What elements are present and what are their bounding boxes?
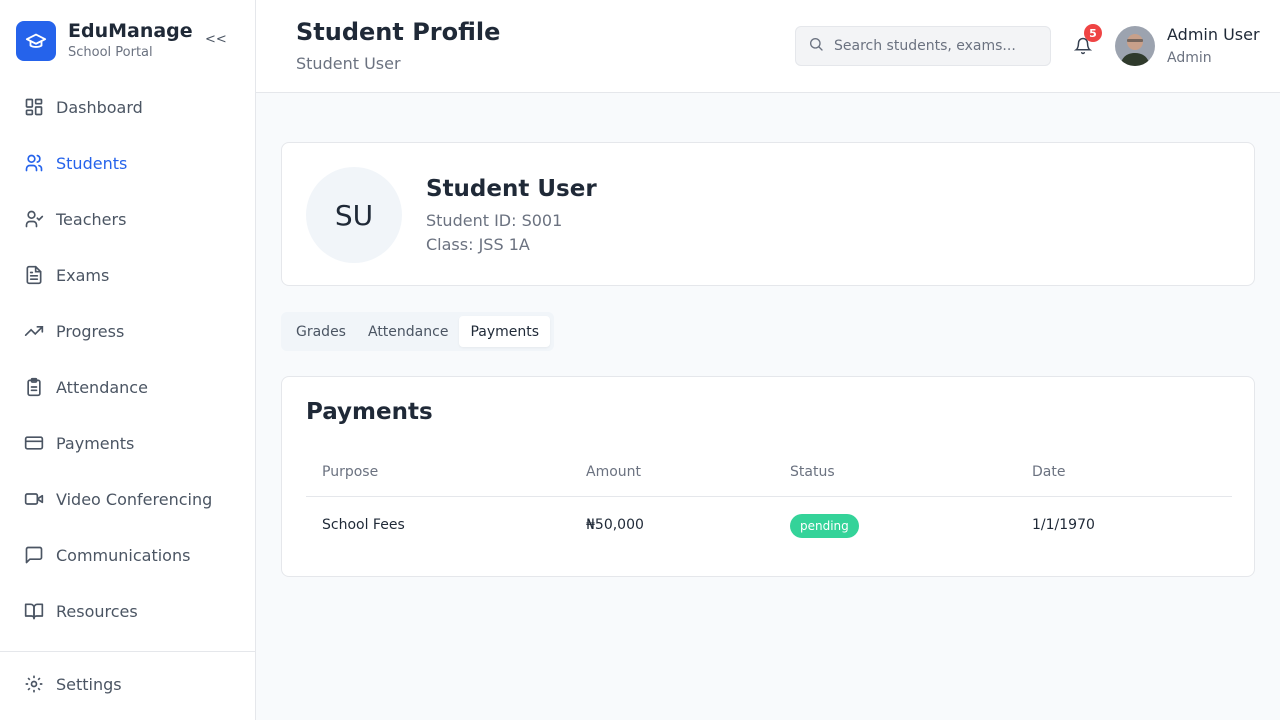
column-header-amount: Amount bbox=[586, 464, 642, 480]
top-header: Student Profile Student User 5 Admin Use… bbox=[256, 0, 1280, 93]
student-avatar: SU bbox=[306, 167, 402, 263]
sidebar-item-label: Students bbox=[56, 153, 128, 173]
video-icon bbox=[24, 489, 44, 509]
user-check-icon bbox=[24, 209, 44, 229]
user-name: Admin User bbox=[1167, 25, 1260, 44]
sidebar-item-label: Attendance bbox=[56, 377, 148, 397]
brand-title: EduManage bbox=[68, 20, 193, 42]
sidebar-item-payments[interactable]: Payments bbox=[0, 415, 255, 471]
tab-grades[interactable]: Grades bbox=[285, 316, 357, 347]
column-header-purpose: Purpose bbox=[322, 464, 379, 480]
payment-date: 1/1/1970 bbox=[1032, 517, 1095, 533]
sidebar-item-label: Teachers bbox=[56, 209, 127, 229]
sidebar-item-attendance[interactable]: Attendance bbox=[0, 359, 255, 415]
tab-attendance[interactable]: Attendance bbox=[357, 316, 459, 347]
table-row: School Fees ₦50,000 pending 1/1/1970 bbox=[306, 498, 1232, 554]
column-header-status: Status bbox=[790, 464, 835, 480]
trending-up-icon bbox=[24, 321, 44, 341]
student-class: Class: JSS 1A bbox=[426, 235, 530, 254]
sidebar-item-video-conferencing[interactable]: Video Conferencing bbox=[0, 471, 255, 527]
sidebar-item-resources[interactable]: Resources bbox=[0, 583, 255, 639]
sidebar-item-progress[interactable]: Progress bbox=[0, 303, 255, 359]
message-icon bbox=[24, 545, 44, 565]
payment-amount: ₦50,000 bbox=[586, 517, 644, 533]
sidebar-item-dashboard[interactable]: Dashboard bbox=[0, 79, 255, 135]
sidebar-item-students[interactable]: Students bbox=[0, 135, 255, 191]
sidebar-nav: Dashboard Students Teachers Exams Progre… bbox=[0, 79, 255, 639]
sidebar-item-settings[interactable]: Settings bbox=[0, 656, 255, 712]
sidebar-item-label: Settings bbox=[56, 674, 122, 694]
clipboard-icon bbox=[24, 377, 44, 397]
payments-card: Payments Purpose Amount Status Date Scho… bbox=[281, 376, 1255, 577]
status-badge: pending bbox=[790, 514, 859, 538]
avatar[interactable] bbox=[1115, 26, 1155, 66]
dashboard-icon bbox=[24, 97, 44, 117]
file-text-icon bbox=[24, 265, 44, 285]
sidebar-item-exams[interactable]: Exams bbox=[0, 247, 255, 303]
gear-icon bbox=[24, 674, 44, 694]
sidebar-item-label: Communications bbox=[56, 545, 191, 565]
sidebar-item-label: Dashboard bbox=[56, 97, 143, 117]
brand[interactable]: EduManage School Portal bbox=[16, 19, 193, 62]
sidebar-item-label: Video Conferencing bbox=[56, 489, 213, 509]
sidebar-item-label: Exams bbox=[56, 265, 110, 285]
collapse-sidebar-button[interactable]: << bbox=[205, 32, 227, 47]
payment-purpose: School Fees bbox=[322, 517, 405, 533]
user-role: Admin bbox=[1167, 50, 1212, 66]
search-input[interactable] bbox=[834, 38, 1034, 54]
book-icon bbox=[24, 601, 44, 621]
notification-badge: 5 bbox=[1084, 24, 1102, 42]
tab-payments[interactable]: Payments bbox=[459, 316, 551, 347]
sidebar: EduManage School Portal << Dashboard Stu… bbox=[0, 0, 256, 720]
sidebar-item-teachers[interactable]: Teachers bbox=[0, 191, 255, 247]
search-icon bbox=[808, 36, 824, 56]
profile-tabs: Grades Attendance Payments bbox=[281, 312, 555, 351]
column-header-date: Date bbox=[1032, 464, 1066, 480]
student-id: Student ID: S001 bbox=[426, 211, 563, 230]
payments-title: Payments bbox=[306, 399, 433, 425]
page-title: Student Profile bbox=[296, 18, 501, 46]
sidebar-divider bbox=[0, 651, 255, 652]
settings-section: Settings bbox=[0, 656, 255, 712]
student-profile-card: SU Student User Student ID: S001 Class: … bbox=[281, 142, 1255, 286]
sidebar-item-communications[interactable]: Communications bbox=[0, 527, 255, 583]
sidebar-item-label: Payments bbox=[56, 433, 135, 453]
graduation-cap-icon bbox=[16, 20, 56, 61]
credit-card-icon bbox=[24, 433, 44, 453]
sidebar-item-label: Resources bbox=[56, 601, 138, 621]
page-subtitle: Student User bbox=[296, 54, 401, 73]
sidebar-item-label: Progress bbox=[56, 321, 125, 341]
brand-subtitle: School Portal bbox=[68, 45, 153, 60]
table-header: Purpose Amount Status Date bbox=[306, 457, 1232, 497]
users-icon bbox=[24, 153, 44, 173]
student-name: Student User bbox=[426, 176, 597, 202]
search-bar[interactable] bbox=[795, 26, 1051, 66]
